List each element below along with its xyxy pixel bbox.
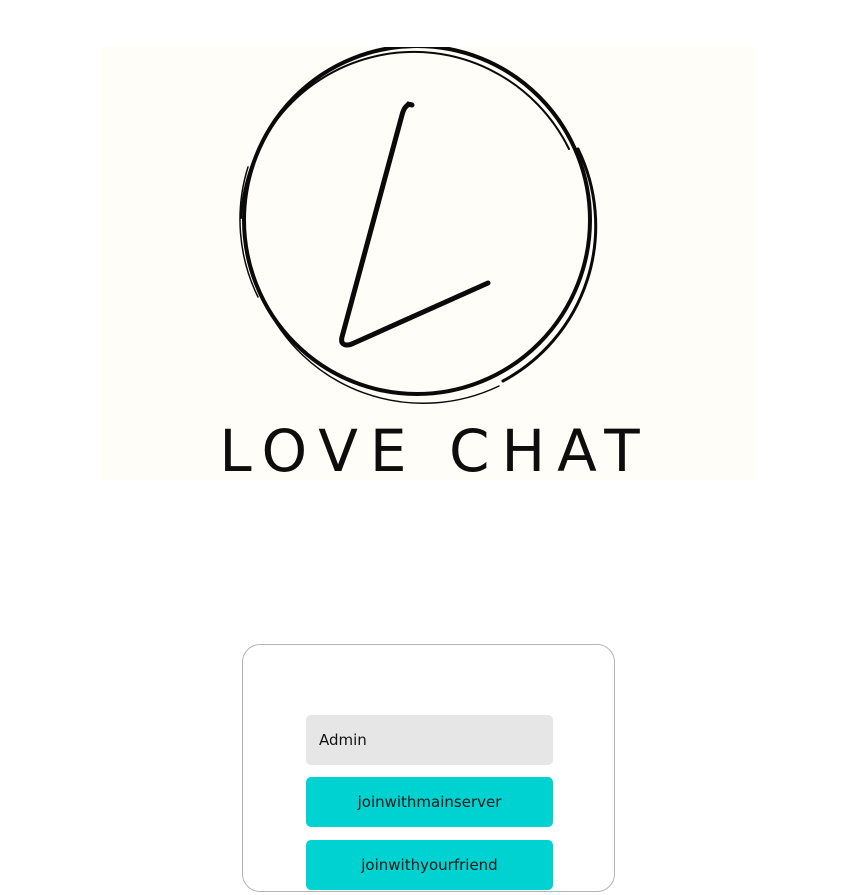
love-chat-logo-icon (239, 47, 598, 404)
join-main-server-button[interactable]: joinwithmainserver (306, 777, 553, 827)
username-input[interactable] (306, 715, 553, 765)
logo-banner: LOVE CHAT (102, 47, 757, 485)
join-card: joinwithmainserver joinwithyourfriend (242, 644, 615, 892)
brand-name: LOVE CHAT (219, 417, 652, 485)
join-friend-button[interactable]: joinwithyourfriend (306, 840, 553, 890)
monogram-l-stroke (339, 102, 491, 348)
